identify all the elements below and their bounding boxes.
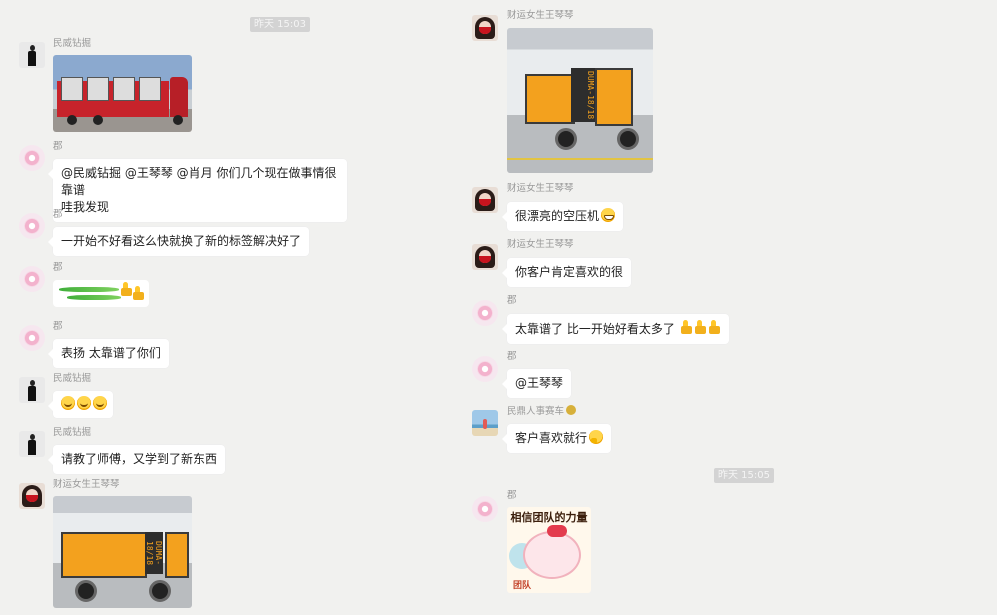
message-bubble[interactable]: 请教了师傅，又学到了新东西 (47, 445, 226, 474)
message-text: 表扬 太靠谱了你们 (61, 346, 161, 360)
message-bubble[interactable]: 一开始不好看这么快就换了新的标签解决好了 (47, 227, 310, 256)
timestamp: 昨天 15:05 (714, 468, 774, 483)
thumbs-up-icon (680, 320, 693, 335)
sender-name: 民鼎人事赛车 (507, 405, 577, 418)
message-bubble[interactable]: @王琴琴 (501, 369, 572, 398)
avatar[interactable] (472, 496, 498, 522)
thinking-emoji-icon (589, 430, 604, 444)
smile-emoji-icon (77, 396, 91, 410)
message-text: 客户喜欢就行 (515, 431, 588, 445)
message-bubble[interactable] (48, 391, 113, 418)
sender-name: 郡 (507, 295, 517, 306)
compressor-image[interactable]: DUMA-18/18 (53, 496, 192, 608)
team-power-sticker[interactable]: 相信团队的力量 团队 (507, 507, 591, 593)
sender-name: 民威钻掘 (53, 373, 92, 384)
thumbs-up-icon (694, 320, 707, 335)
sender-name: 民威钻掘 (53, 38, 92, 49)
avatar[interactable] (19, 377, 45, 403)
smile-emoji-icon (93, 396, 107, 410)
sticker-image[interactable] (53, 280, 149, 307)
message-text: @民威钻掘 @王琴琴 @肖月 你们几个现在做事情很靠谱 (61, 166, 337, 197)
sender-name: 财运女生王琴琴 (507, 183, 574, 194)
avatar[interactable] (472, 356, 498, 382)
sender-name: 郡 (53, 209, 63, 220)
chat-column-left: 昨天 15:03 民威钻掘 郡 @民威钻掘 @王琴琴 @肖月 你们几个现在做事情… (0, 0, 470, 615)
avatar[interactable] (19, 145, 45, 171)
grin-emoji-icon (601, 208, 616, 222)
message-text: @王琴琴 (515, 376, 564, 390)
sticker-tag: 团队 (513, 581, 532, 591)
avatar[interactable] (19, 213, 45, 239)
avatar[interactable] (19, 325, 45, 351)
avatar[interactable] (472, 300, 498, 326)
timestamp: 昨天 15:03 (250, 17, 310, 32)
badge-icon (566, 405, 577, 415)
compressor-image[interactable]: DUMA-18/18 (507, 28, 653, 173)
sender-name: 财运女生王琴琴 (507, 10, 574, 21)
sender-name: 郡 (53, 262, 63, 273)
message-bubble[interactable]: 客户喜欢就行 (501, 424, 612, 453)
message-text: 很漂亮的空压机 (515, 209, 600, 223)
message-bubble[interactable]: 太靠谱了 比一开始好看太多了 (502, 314, 729, 344)
message-text: 哇我发现 (61, 200, 110, 214)
sender-name: 郡 (507, 351, 517, 362)
sender-name: 郡 (507, 490, 517, 501)
avatar[interactable] (19, 42, 45, 68)
thumbs-up-icon (708, 320, 721, 335)
sender-name: 郡 (53, 321, 63, 332)
thumbs-up-icon (132, 286, 145, 301)
sender-name: 郡 (53, 141, 63, 152)
avatar[interactable] (472, 410, 498, 436)
avatar[interactable] (19, 266, 45, 292)
message-bubble[interactable]: 表扬 太靠谱了你们 (48, 339, 169, 368)
avatar[interactable] (472, 187, 498, 213)
sender-name: 财运女生王琴琴 (507, 239, 574, 250)
message-bubble[interactable]: 你客户肯定喜欢的很 (501, 258, 632, 287)
message-text: 一开始不好看这么快就换了新的标签解决好了 (61, 234, 302, 248)
smile-emoji-icon (61, 396, 75, 410)
message-text: 你客户肯定喜欢的很 (515, 265, 624, 279)
avatar[interactable] (19, 483, 45, 509)
truck-image[interactable] (53, 55, 192, 132)
avatar[interactable] (472, 244, 498, 270)
chat-column-right: 财运女生王琴琴 DUMA-18/18 财运女生王琴琴 很漂亮的空压机 财运女生王… (466, 0, 997, 615)
message-text: 太靠谱了 比一开始好看太多了 (515, 322, 675, 336)
avatar[interactable] (472, 15, 498, 41)
sticker-title: 相信团队的力量 (510, 511, 588, 524)
avatar[interactable] (19, 431, 45, 457)
message-text: 请教了师傅，又学到了新东西 (61, 452, 218, 466)
sender-name: 财运女生王琴琴 (53, 479, 120, 490)
message-bubble[interactable]: 很漂亮的空压机 (501, 202, 624, 231)
message-bubble[interactable]: @民威钻掘 @王琴琴 @肖月 你们几个现在做事情很靠谱 哇我发现 (48, 159, 347, 222)
sender-name: 民威钻掘 (53, 427, 92, 438)
